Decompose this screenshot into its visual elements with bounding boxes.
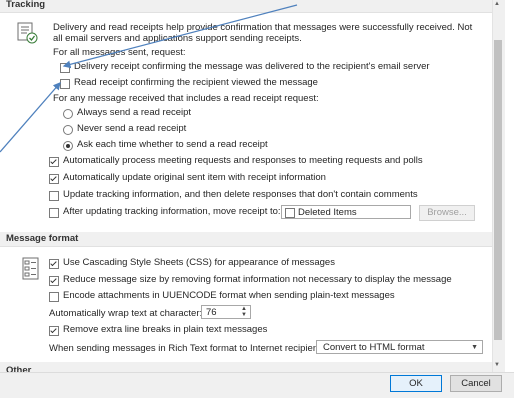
annotation-arrows	[0, 4, 298, 153]
annotation-arrow-read	[0, 82, 61, 153]
annotation-arrow-delivery	[62, 4, 298, 69]
